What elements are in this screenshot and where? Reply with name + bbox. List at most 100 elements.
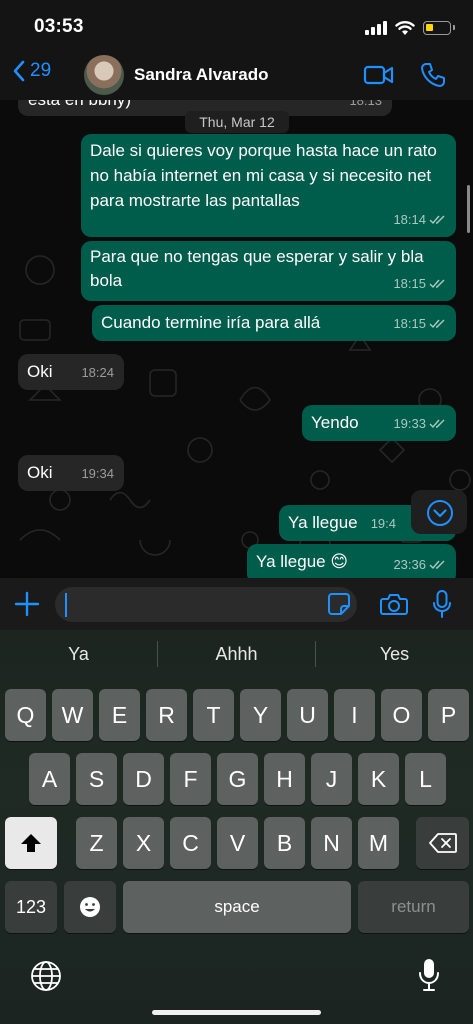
double-check-icon — [429, 419, 445, 429]
camera-button[interactable] — [380, 592, 408, 616]
message-bubble-outgoing[interactable]: Para que no tengas que esperar y salir y… — [81, 241, 456, 301]
message-time: 18:13 — [349, 100, 382, 108]
key[interactable]: E — [99, 689, 140, 741]
message-text: esta en bbny) — [18, 100, 141, 112]
home-indicator[interactable] — [152, 1010, 321, 1015]
date-divider: Thu, Mar 12 — [185, 111, 289, 133]
chevron-left-icon — [13, 60, 25, 82]
suggestion-item[interactable]: Ya — [0, 630, 157, 678]
voice-message-button[interactable] — [432, 590, 452, 618]
key[interactable]: K — [358, 753, 399, 805]
key[interactable]: T — [193, 689, 234, 741]
signal-icon — [365, 21, 387, 35]
key[interactable]: W — [52, 689, 93, 741]
key[interactable]: O — [381, 689, 422, 741]
key[interactable]: X — [123, 817, 164, 869]
video-call-button[interactable] — [363, 62, 395, 88]
battery-icon — [423, 21, 455, 35]
return-key[interactable]: return — [358, 881, 469, 933]
key[interactable]: Y — [240, 689, 281, 741]
wifi-icon — [395, 21, 415, 35]
key[interactable]: B — [264, 817, 305, 869]
voice-call-button[interactable] — [420, 62, 446, 88]
scroll-to-bottom-button[interactable] — [411, 490, 467, 534]
message-bubble-incoming[interactable]: Oki 18:24 — [18, 354, 124, 390]
key[interactable]: U — [287, 689, 328, 741]
keyboard-suggestions: Ya Ahhh Yes — [0, 630, 473, 678]
message-time: 18:14 — [393, 212, 426, 227]
message-time: 19:34 — [81, 466, 114, 481]
message-bubble-outgoing[interactable]: Dale si quieres voy porque hasta hace un… — [81, 134, 456, 237]
chat-header: 29 Sandra Alvarado — [0, 52, 473, 100]
key[interactable]: M — [358, 817, 399, 869]
sticker-icon — [328, 593, 350, 615]
message-meta: 19:34 — [81, 462, 114, 486]
key[interactable]: Z — [76, 817, 117, 869]
status-icons — [365, 18, 455, 38]
chat-area[interactable]: esta en bbny) 18:13 Thu, Mar 12 Dale si … — [0, 100, 473, 578]
message-input[interactable] — [55, 587, 357, 622]
key[interactable]: P — [428, 689, 469, 741]
space-key[interactable]: space — [123, 881, 351, 933]
key[interactable]: L — [405, 753, 446, 805]
message-meta: 18:14 — [393, 208, 446, 232]
message-bubble-incoming[interactable]: Oki 19:34 — [18, 455, 124, 491]
scrollbar[interactable] — [467, 185, 470, 233]
message-time: 18:15 — [393, 276, 426, 291]
message-input-bar — [0, 578, 473, 630]
microphone-icon — [419, 959, 439, 991]
key[interactable]: C — [170, 817, 211, 869]
avatar[interactable] — [84, 55, 124, 95]
message-bubble-outgoing[interactable]: Yendo 19:33 — [302, 405, 456, 441]
dictation-button[interactable] — [417, 958, 441, 992]
message-bubble-outgoing[interactable]: Ya llegue 😊 23:36 — [247, 544, 456, 578]
key[interactable]: H — [264, 753, 305, 805]
backspace-icon — [428, 833, 457, 853]
key[interactable]: J — [311, 753, 352, 805]
message-time: 18:15 — [393, 316, 426, 331]
backspace-key[interactable] — [416, 817, 469, 869]
key[interactable]: F — [170, 753, 211, 805]
key[interactable]: N — [311, 817, 352, 869]
message-meta: 19:33 — [393, 412, 446, 436]
numbers-key[interactable]: 123 — [5, 881, 57, 933]
key[interactable]: Q — [5, 689, 46, 741]
microphone-icon — [433, 590, 451, 618]
key[interactable]: S — [76, 753, 117, 805]
message-meta: 18:15 — [393, 312, 446, 336]
status-bar: 03:53 — [0, 0, 473, 52]
double-check-icon — [429, 215, 445, 225]
phone-icon — [421, 63, 445, 87]
contact-name[interactable]: Sandra Alvarado — [134, 65, 268, 85]
key[interactable]: R — [146, 689, 187, 741]
key[interactable]: G — [217, 753, 258, 805]
sticker-button[interactable] — [327, 592, 351, 616]
status-time: 03:53 — [34, 16, 84, 37]
shift-key[interactable] — [5, 817, 57, 869]
key[interactable]: D — [123, 753, 164, 805]
double-check-icon — [429, 279, 445, 289]
globe-button[interactable] — [30, 960, 62, 992]
emoji-key[interactable] — [64, 881, 116, 933]
message-time: 19:4 — [370, 516, 396, 531]
camera-icon — [380, 594, 408, 615]
shift-icon — [21, 834, 41, 852]
message-meta: 18:15 — [393, 272, 446, 296]
message-meta: 23:36 — [393, 553, 446, 577]
suggestion-item[interactable]: Ahhh — [158, 630, 315, 678]
message-time: 23:36 — [393, 557, 426, 572]
attach-button[interactable] — [14, 591, 40, 617]
suggestion-item[interactable]: Yes — [316, 630, 473, 678]
unread-count: 29 — [30, 60, 52, 81]
video-camera-icon — [363, 65, 394, 85]
key[interactable]: V — [217, 817, 258, 869]
message-bubble-outgoing[interactable]: Cuando termine iría para allá 18:15 — [92, 305, 456, 341]
globe-icon — [31, 961, 61, 991]
message-meta: 18:24 — [81, 361, 114, 385]
key[interactable]: A — [29, 753, 70, 805]
double-check-icon — [429, 560, 445, 570]
message-meta: 19:4 — [371, 512, 396, 536]
back-button[interactable]: 29 — [12, 60, 51, 82]
key[interactable]: I — [334, 689, 375, 741]
emoji-icon — [80, 897, 100, 917]
